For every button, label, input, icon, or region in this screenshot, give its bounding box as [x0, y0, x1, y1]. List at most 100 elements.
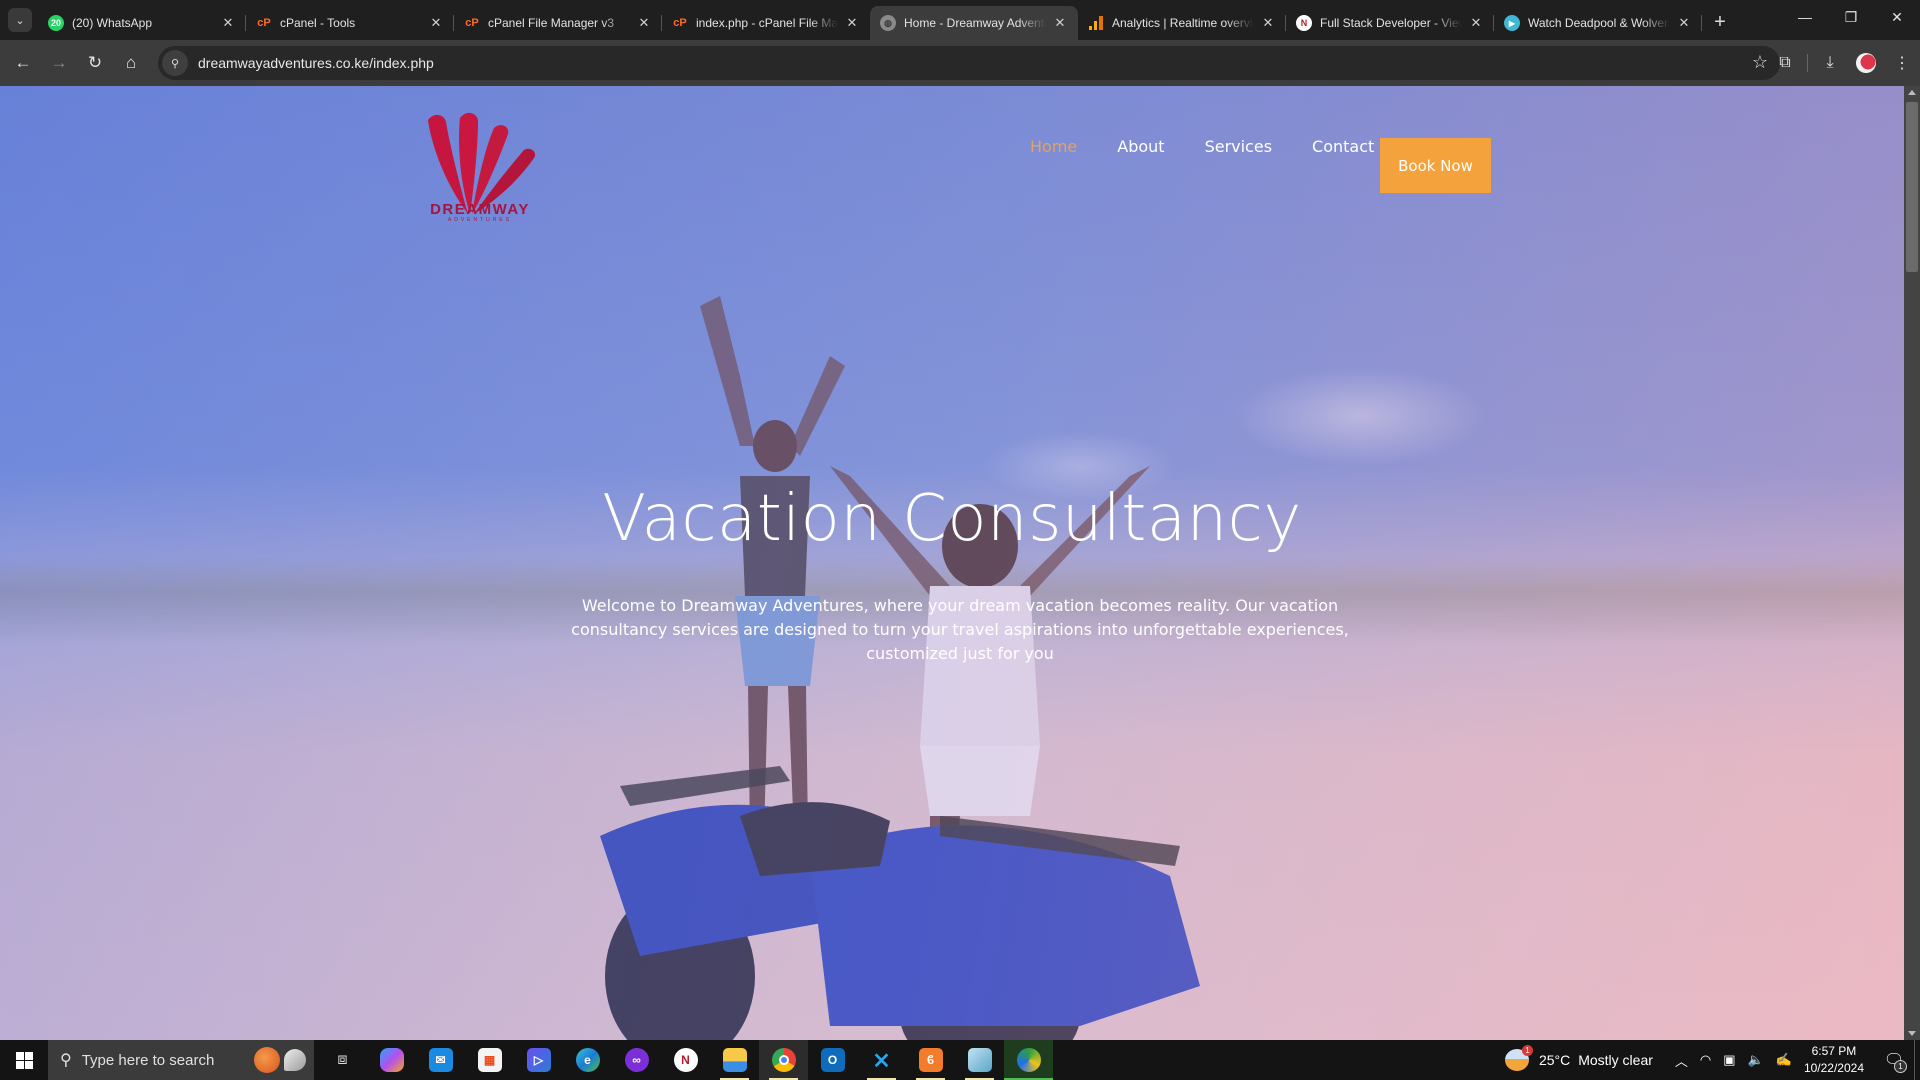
home-button[interactable]: ⌂: [114, 46, 148, 80]
tab-search-button[interactable]: ⌄: [8, 8, 32, 32]
extensions-button[interactable]: ⧉: [1767, 46, 1803, 80]
search-placeholder: Type here to search: [81, 1051, 215, 1069]
download-manager-button[interactable]: [1004, 1040, 1053, 1080]
tab-index-php[interactable]: cP index.php - cPanel File Manager ✕: [662, 6, 870, 40]
address-bar[interactable]: ⚲ dreamwayadventures.co.ke/index.php ☆: [158, 46, 1780, 80]
hero-description: Welcome to Dreamway Adventures, where yo…: [571, 596, 1349, 663]
browser-toolbar: ← → ↻ ⌂ ⚲ dreamwayadventures.co.ke/index…: [0, 40, 1920, 86]
download-manager-icon: [1016, 1048, 1041, 1072]
tab-cpanel-tools[interactable]: cP cPanel - Tools ✕: [246, 6, 454, 40]
chevron-down-icon: ⌄: [15, 14, 25, 27]
downloads-button[interactable]: ⤓: [1812, 46, 1848, 80]
nav-about[interactable]: About: [1117, 137, 1164, 156]
system-tray: 1 25°C Mostly clear ︿ ◠ ▣ 🔈 ✍ 6:57 PM 10…: [1504, 1040, 1920, 1080]
close-tab-icon[interactable]: ✕: [1052, 15, 1068, 31]
edge-button[interactable]: e: [563, 1040, 612, 1080]
profile-button[interactable]: [1848, 46, 1884, 80]
edge-icon: e: [575, 1048, 600, 1072]
minimize-button[interactable]: —: [1782, 0, 1828, 34]
home-icon: ⌂: [125, 53, 137, 72]
globe-icon: ◍: [880, 15, 896, 31]
chrome-button[interactable]: [759, 1040, 808, 1080]
tune-icon: ⚲: [170, 57, 180, 70]
page-viewport: DREAMWAY ADVENTURES Home About Services …: [0, 86, 1904, 1040]
url-text[interactable]: dreamwayadventures.co.ke/index.php: [198, 55, 434, 71]
site-info-button[interactable]: ⚲: [162, 50, 188, 76]
bookmark-star-icon[interactable]: ☆: [1752, 52, 1768, 73]
tab-full-stack-developer[interactable]: N Full Stack Developer - View ✕: [1286, 6, 1494, 40]
close-window-button[interactable]: ✕: [1874, 0, 1920, 34]
tab-title: index.php - cPanel File Manager: [696, 16, 838, 30]
weather-temp[interactable]: 25°C: [1539, 1052, 1570, 1068]
restore-button[interactable]: ❐: [1828, 0, 1874, 34]
whistle-icon: [284, 1049, 306, 1071]
close-tab-icon[interactable]: ✕: [428, 15, 444, 31]
xampp-button[interactable]: ϐ: [906, 1040, 955, 1080]
scrollbar-thumb[interactable]: [1906, 102, 1918, 272]
whatsapp-icon: 20: [48, 15, 64, 31]
play-icon: ▶: [1504, 15, 1520, 31]
show-desktop-button[interactable]: [1914, 1040, 1920, 1080]
pen-icon[interactable]: ✍: [1776, 1052, 1792, 1068]
start-button[interactable]: [0, 1040, 48, 1080]
vscode-button[interactable]: ⨯: [857, 1040, 906, 1080]
folder-icon: [722, 1048, 747, 1072]
tab-whatsapp[interactable]: 20 (20) WhatsApp ✕: [38, 6, 246, 40]
outlook-button[interactable]: O: [808, 1040, 857, 1080]
meet-now-icon[interactable]: ▣: [1723, 1052, 1735, 1068]
forward-button[interactable]: →: [42, 46, 76, 80]
back-button[interactable]: ←: [6, 46, 40, 80]
volume-icon[interactable]: 🔈: [1748, 1052, 1764, 1068]
analytics-icon: [1088, 15, 1104, 31]
cpanel-icon: cP: [673, 17, 687, 29]
close-tab-icon[interactable]: ✕: [1260, 15, 1276, 31]
close-tab-icon[interactable]: ✕: [1468, 15, 1484, 31]
tab-dreamway-home[interactable]: ◍ Home - Dreamway Adventures ✕: [870, 6, 1078, 40]
mail-button[interactable]: ✉: [416, 1040, 465, 1080]
site-nav: Home About Services Contact: [1010, 137, 1394, 156]
scroll-down-arrow-icon[interactable]: [1908, 1031, 1916, 1036]
notification-center-button[interactable]: 🗨 1: [1874, 1040, 1914, 1080]
store-icon: ▦: [477, 1048, 502, 1072]
copilot-icon: [379, 1048, 404, 1072]
close-tab-icon[interactable]: ✕: [1676, 15, 1692, 31]
clock[interactable]: 6:57 PM 10/22/2024: [1804, 1043, 1864, 1077]
book-now-button[interactable]: Book Now: [1380, 138, 1491, 193]
chrome-icon: [771, 1048, 796, 1072]
new-tab-button[interactable]: +: [1706, 8, 1734, 36]
clipchamp-icon: ∞: [624, 1048, 649, 1072]
scroll-up-arrow-icon[interactable]: [1908, 90, 1916, 95]
copilot-button[interactable]: [367, 1040, 416, 1080]
tab-title: Full Stack Developer - View: [1320, 16, 1462, 30]
weather-icon[interactable]: 1: [1504, 1045, 1533, 1071]
chevron-up-icon[interactable]: ︿: [1675, 1051, 1688, 1070]
close-tab-icon[interactable]: ✕: [220, 15, 236, 31]
menu-button[interactable]: ⋮: [1884, 46, 1920, 80]
hero-gradient-overlay: [0, 86, 1904, 1040]
hero-title: Vacation Consultancy: [602, 482, 1302, 556]
close-tab-icon[interactable]: ✕: [844, 15, 860, 31]
nav-home[interactable]: Home: [1030, 137, 1077, 156]
clipchamp-button[interactable]: ∞: [612, 1040, 661, 1080]
reload-button[interactable]: ↻: [78, 46, 112, 80]
close-tab-icon[interactable]: ✕: [636, 15, 652, 31]
microsoft-store-button[interactable]: ▦: [465, 1040, 514, 1080]
tab-analytics[interactable]: Analytics | Realtime overview ✕: [1078, 6, 1286, 40]
wifi-icon[interactable]: ◠: [1700, 1052, 1711, 1068]
logo-name: DREAMWAY: [430, 201, 530, 218]
task-view-button[interactable]: ⧈: [318, 1040, 367, 1080]
reload-icon: ↻: [87, 53, 103, 72]
taskbar-search-box[interactable]: ⚲ Type here to search: [48, 1040, 314, 1080]
tab-cpanel-file-manager[interactable]: cP cPanel File Manager v3 ✕: [454, 6, 662, 40]
clock-time: 6:57 PM: [1811, 1044, 1857, 1058]
weather-condition[interactable]: Mostly clear: [1578, 1052, 1653, 1068]
notepad-button[interactable]: [955, 1040, 1004, 1080]
file-explorer-button[interactable]: [710, 1040, 759, 1080]
power-automate-button[interactable]: ▷: [514, 1040, 563, 1080]
nav-services[interactable]: Services: [1205, 137, 1272, 156]
page-scrollbar[interactable]: [1904, 86, 1920, 1040]
tab-deadpool[interactable]: ▶ Watch Deadpool & Wolverine ✕: [1494, 6, 1702, 40]
n-app-button[interactable]: N: [661, 1040, 710, 1080]
nav-contact[interactable]: Contact: [1312, 137, 1374, 156]
avatar: [1856, 53, 1876, 73]
